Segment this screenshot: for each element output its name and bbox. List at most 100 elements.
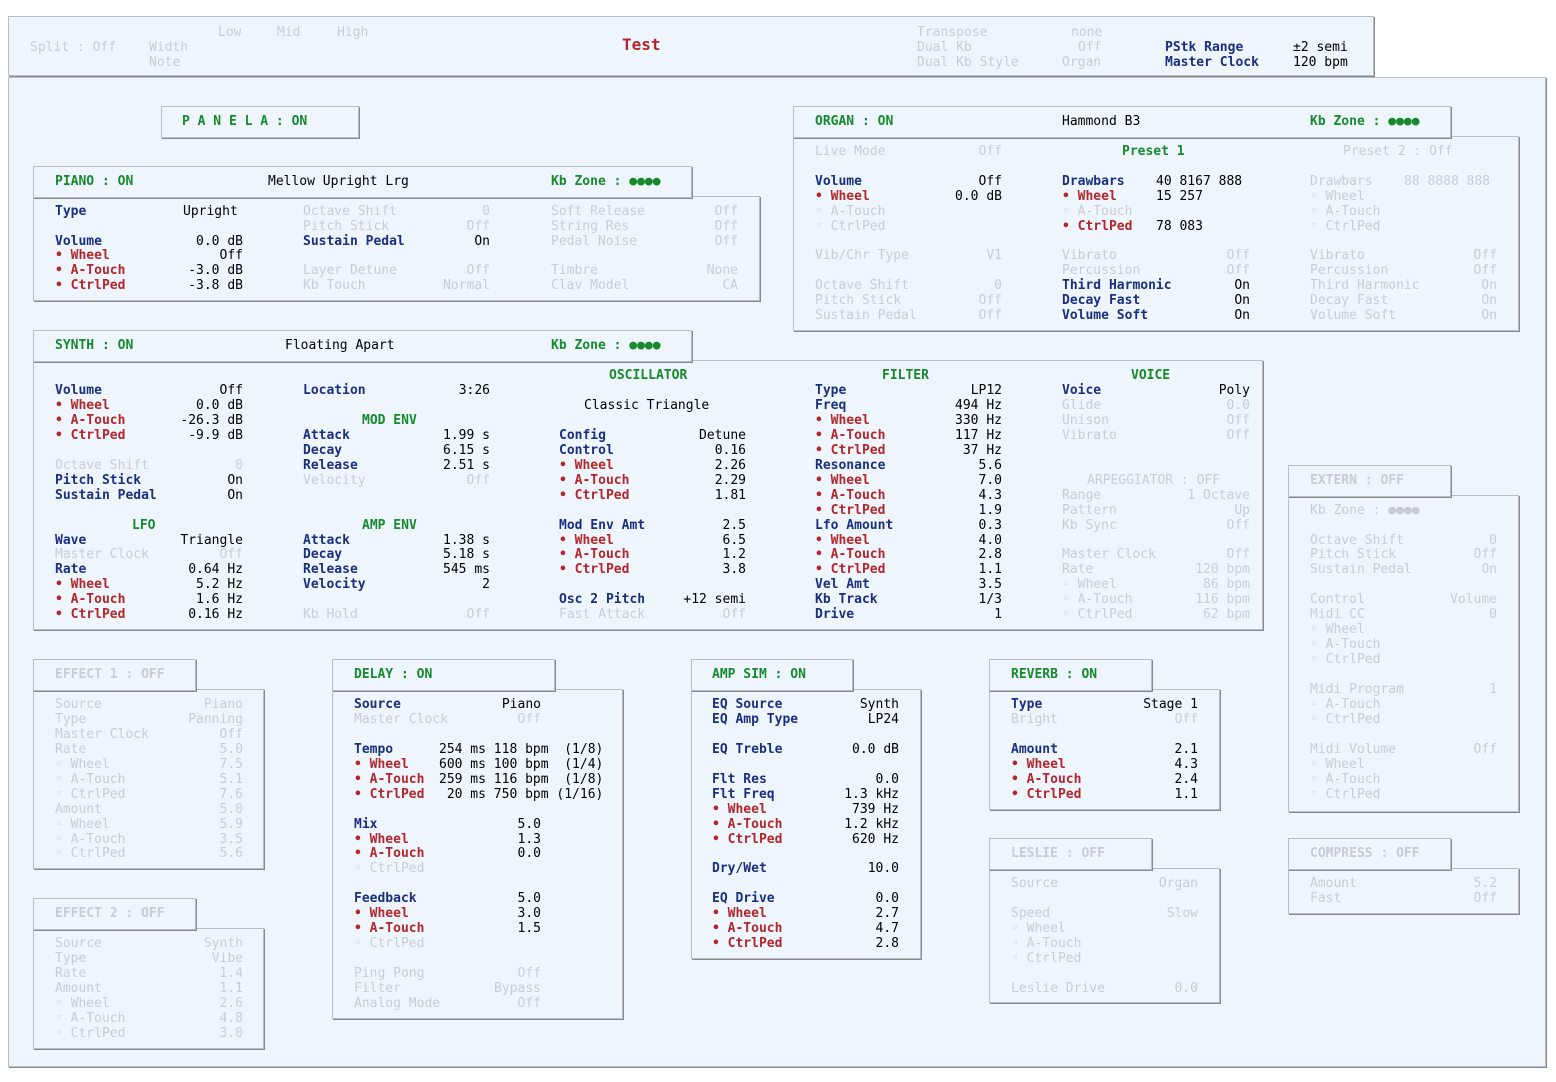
ampsim-eqdrive-ctrlped-value: 2.8 xyxy=(875,936,899,951)
piano-sustain-value: On xyxy=(474,234,490,249)
effect2-ctrlped-label: ◦ CtrlPed xyxy=(55,1026,126,1041)
reverb-bright-label: Bright xyxy=(1011,712,1058,727)
ampsim-eqtreble-label: EQ Treble xyxy=(712,742,783,757)
piano-kb-zone[interactable]: Kb Zone : ●●●● xyxy=(551,174,661,189)
organ-p1-decay-label: Decay Fast xyxy=(1062,293,1141,308)
program-title: Test xyxy=(622,35,661,54)
organ-tab-label: ORGAN : ON xyxy=(815,114,894,129)
piano-wheel-value: Off xyxy=(219,248,243,263)
synth-glide-value: 0.0 xyxy=(1226,398,1250,413)
synth-kb-zone[interactable]: Kb Zone : ●●●● xyxy=(551,338,661,353)
effect2-wheel-label: ◦ Wheel xyxy=(55,996,110,1011)
extern-cc-atouch: ◦ A-Touch xyxy=(1310,637,1381,652)
organ-p2-decay-value: On xyxy=(1481,293,1497,308)
reverb-bright-value: Off xyxy=(1174,712,1198,727)
effect1-rate-atouch-value: 5.1 xyxy=(219,772,243,787)
synth-modenv-velocity-label: Velocity xyxy=(303,473,366,488)
synth-modenv-release-value: 2.51 s xyxy=(443,458,490,473)
effect1-amount-ctrlped-value: 5.6 xyxy=(219,846,243,861)
synth-modenv-release-label: Release xyxy=(303,458,358,473)
effect2-wheel-value: 2.6 xyxy=(219,996,243,1011)
organ-p1-vibrato-value: Off xyxy=(1226,248,1250,263)
synth-arp-kbsync-label: Kb Sync xyxy=(1062,518,1117,533)
synth-modenvamt-ctrlped-value: 3.8 xyxy=(722,562,746,577)
piano-volume-label: Volume xyxy=(55,234,102,249)
organ-p1-drawbars-label: Drawbars xyxy=(1062,174,1125,189)
synth-voice-label: Voice xyxy=(1062,383,1102,398)
ampsim-fltres-value: 0.0 xyxy=(875,772,899,787)
synth-unison-label: Unison xyxy=(1062,413,1109,428)
effect1-type-label: Type xyxy=(55,712,87,727)
ampsim-eqdrive-value: 0.0 xyxy=(875,891,899,906)
extern-sustain-value: On xyxy=(1481,562,1497,577)
effect2-rate-label: Rate xyxy=(55,966,87,981)
piano-pedal-noise-label: Pedal Noise xyxy=(551,234,638,249)
mid-label: Mid xyxy=(277,25,301,40)
synth-resonance-ctrlped-value: 1.9 xyxy=(978,503,1002,518)
leslie-source-label: Source xyxy=(1011,876,1058,891)
leslie-speed-label: Speed xyxy=(1011,906,1051,921)
extern-octave-label: Octave Shift xyxy=(1310,533,1404,548)
organ-p1-ctrlped-value: 78 083 xyxy=(1156,219,1203,234)
extern-kb-zone[interactable]: Kb Zone : ●●●● xyxy=(1310,503,1420,518)
synth-modenvamt-wheel-value: 6.5 xyxy=(722,533,746,548)
ampsim-eqdrive-wheel-label: • Wheel xyxy=(712,906,767,921)
organ-atouch-label: ◦ A-Touch xyxy=(815,204,886,219)
header-bar: Split : Off Width Note Low Mid High Test… xyxy=(8,16,1374,76)
piano-layer-detune-value: Off xyxy=(466,263,490,278)
synth-voice-value: Poly xyxy=(1218,383,1250,398)
synth-osc-control-value: 0.16 xyxy=(714,443,746,458)
delay-mix-atouch-value: 0.0 xyxy=(517,846,541,861)
extern-control-value: Volume xyxy=(1450,592,1497,607)
synth-vibrato-value: Off xyxy=(1226,428,1250,443)
synth-arp-atouch-value: 116 bpm xyxy=(1195,592,1250,607)
leslie-ctrlped-label: ◦ CtrlPed xyxy=(1011,951,1082,966)
synth-arp-pattern-label: Pattern xyxy=(1062,503,1117,518)
synth-arp-wheel-label: ◦ Wheel xyxy=(1062,577,1117,592)
synth-fastattack-label: Fast Attack xyxy=(559,607,646,622)
synth-filter-freq-wheel-label: • Wheel xyxy=(815,413,870,428)
organ-octave-value: 0 xyxy=(994,278,1002,293)
effect1-rate-wheel-value: 7.5 xyxy=(219,757,243,772)
synth-modenv-attack-value: 1.99 s xyxy=(443,428,490,443)
ampsim-eqdrive-atouch-value: 4.7 xyxy=(875,921,899,936)
organ-p1-volsoft-value: On xyxy=(1234,308,1250,323)
synth-filter-freq-value: 494 Hz xyxy=(955,398,1002,413)
delay-mix-value: 5.0 xyxy=(517,817,541,832)
delay-source-value: Piano xyxy=(501,697,541,712)
synth-lfo-rate-value: 0.64 Hz xyxy=(188,562,243,577)
synth-resonance-wheel-label: • Wheel xyxy=(815,473,870,488)
synth-osc-ctrlped-label: • CtrlPed xyxy=(559,488,630,503)
synth-filter-freq-ctrlped-value: 37 Hz xyxy=(962,443,1002,458)
organ-preset1[interactable]: Preset 1 xyxy=(1122,144,1185,159)
effect1-amount-label: Amount xyxy=(55,802,102,817)
synth-filter-freq-wheel-value: 330 Hz xyxy=(955,413,1002,428)
synth-sustain-label: Sustain Pedal xyxy=(55,488,157,503)
synth-modenv-decay-label: Decay xyxy=(303,443,343,458)
reverb-ctrlped-value: 1.1 xyxy=(1174,787,1198,802)
synth-pitch-stick-label: Pitch Stick xyxy=(55,473,142,488)
effect2-tab-label: EFFECT 2 : OFF xyxy=(55,906,165,921)
synth-lfoamount-ctrlped-value: 1.1 xyxy=(978,562,1002,577)
low-label: Low xyxy=(218,25,242,40)
organ-kb-zone[interactable]: Kb Zone : ●●●● xyxy=(1310,114,1420,129)
piano-layer-detune-label: Layer Detune xyxy=(303,263,397,278)
panel-a-tab[interactable]: P A N E L A : ON xyxy=(161,106,359,138)
organ-sustain-value: Off xyxy=(978,308,1002,323)
effect2-ctrlped-value: 3.0 xyxy=(219,1026,243,1041)
piano-atouch-label: • A-Touch xyxy=(55,263,126,278)
transpose-value: none xyxy=(1071,25,1103,40)
leslie-drive-label: Leslie Drive xyxy=(1011,981,1105,996)
ampsim-fltfreq-label: Flt Freq xyxy=(712,787,775,802)
synth-filter-freq-label: Freq xyxy=(815,398,847,413)
piano-string-res-value: Off xyxy=(714,219,738,234)
ampsim-eqamp-label: EQ Amp Type xyxy=(712,712,799,727)
delay-tempo-atouch-label: • A-Touch xyxy=(354,772,425,787)
synth-wheel-value: 0.0 dB xyxy=(196,398,243,413)
effect1-amount-wheel-label: ◦ Wheel xyxy=(55,817,110,832)
extern-vol-atouch: ◦ A-Touch xyxy=(1310,772,1381,787)
ampsim-eqsource-label: EQ Source xyxy=(712,697,783,712)
organ-preset2[interactable]: Preset 2 : Off xyxy=(1343,144,1453,159)
ampsim-fltfreq-wheel-label: • Wheel xyxy=(712,802,767,817)
reverb-amount-value: 2.1 xyxy=(1174,742,1198,757)
